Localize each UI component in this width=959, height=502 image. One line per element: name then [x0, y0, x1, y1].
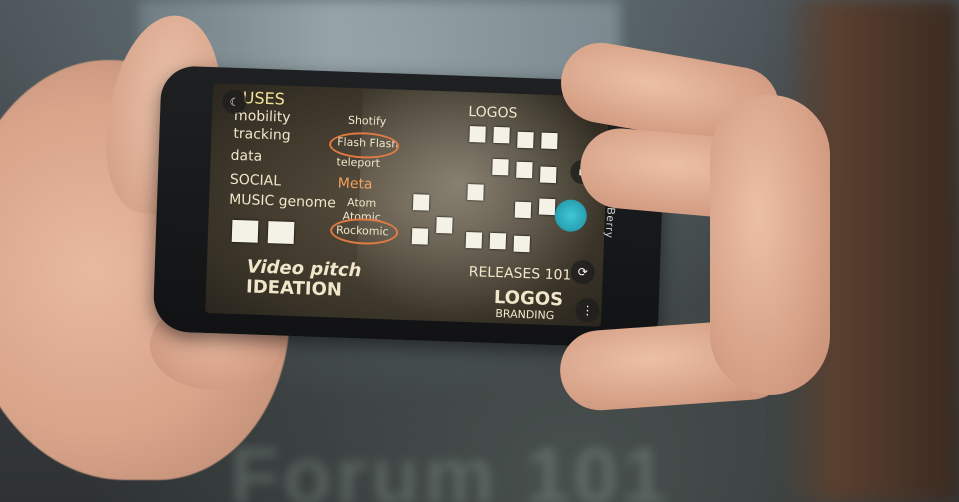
sticky-note — [513, 235, 531, 253]
sticky-note — [517, 131, 534, 149]
background-text: Forum 101 — [230, 431, 671, 502]
sticky-note — [467, 184, 484, 201]
sticky-note — [516, 161, 533, 179]
note-music: MUSIC genome — [228, 191, 337, 212]
sticky-note — [412, 194, 430, 211]
sticky-note — [469, 126, 486, 143]
sticky-note — [231, 219, 259, 243]
sticky-note — [492, 158, 509, 176]
sticky-note — [493, 126, 510, 144]
note-social: SOCIAL — [229, 171, 282, 190]
sticky-note — [436, 216, 453, 234]
right-palm — [710, 95, 830, 395]
sticky-note — [411, 228, 429, 245]
sticky-note — [267, 221, 295, 244]
note-meta: Meta — [337, 175, 373, 193]
note-tracking: tracking — [233, 125, 291, 144]
note-data: data — [230, 147, 263, 165]
note-ideation: IDEATION — [245, 276, 343, 301]
note-uses: USES — [242, 88, 286, 109]
photo-scene: Forum 101 USES mobility tracking data SO… — [0, 0, 959, 502]
note-shotify: Shotify — [347, 113, 387, 129]
note-atom: Atom — [346, 195, 377, 210]
right-hand — [540, 36, 840, 415]
note-logos-heading: LOGOS — [468, 104, 518, 122]
sticky-note — [489, 232, 507, 250]
sticky-note — [465, 231, 483, 249]
sticky-note — [514, 201, 532, 219]
